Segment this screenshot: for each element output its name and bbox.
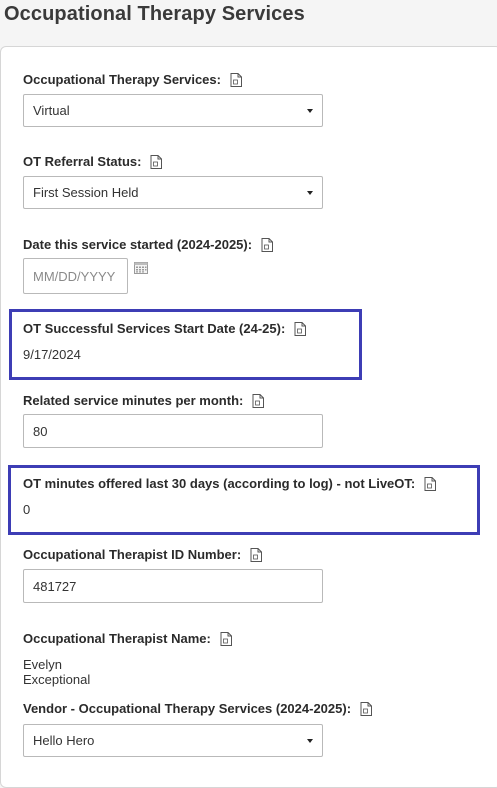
caret-down-icon <box>307 739 313 743</box>
minutes-offered-label: OT minutes offered last 30 days (accordi… <box>23 476 416 491</box>
referral-status-label: OT Referral Status: <box>23 154 142 169</box>
ot-services-select[interactable]: Virtual <box>23 94 323 127</box>
minutes-offered-value: 0 <box>23 502 31 517</box>
successful-start-field: OT Successful Services Start Date (24-25… <box>23 321 307 336</box>
therapist-id-label: Occupational Therapist ID Number: <box>23 547 242 562</box>
successful-start-label: OT Successful Services Start Date (24-25… <box>23 321 286 336</box>
ot-services-value: Virtual <box>33 103 70 118</box>
therapist-id-value: 481727 <box>33 578 77 594</box>
therapist-name-field: Occupational Therapist Name: <box>23 631 232 646</box>
date-started-label: Date this service started (2024-2025): <box>23 237 253 252</box>
caret-down-icon <box>307 191 313 195</box>
caret-down-icon <box>307 109 313 113</box>
calendar-icon[interactable] <box>134 261 148 279</box>
referral-status-select[interactable]: First Session Held <box>23 176 323 209</box>
related-minutes-value: 80 <box>33 423 48 439</box>
date-started-placeholder: MM/DD/YYYY <box>33 268 116 284</box>
date-started-input[interactable]: MM/DD/YYYY <box>23 258 128 294</box>
minutes-offered-field: OT minutes offered last 30 days (accordi… <box>23 476 437 491</box>
related-minutes-input[interactable]: 80 <box>23 414 323 448</box>
successful-start-value: 9/17/2024 <box>23 347 81 362</box>
highlight-box <box>9 309 362 380</box>
related-minutes-label: Related service minutes per month: <box>23 393 244 408</box>
therapist-name-value: Evelyn Exceptional <box>23 657 91 687</box>
therapist-name-label: Occupational Therapist Name: <box>23 631 211 646</box>
document-icon[interactable] <box>250 547 263 562</box>
vendor-label: Vendor - Occupational Therapy Services (… <box>23 701 352 716</box>
therapist-id-input[interactable]: 481727 <box>23 569 323 603</box>
therapist-id-field: Occupational Therapist ID Number: <box>23 547 263 562</box>
document-icon[interactable] <box>150 154 163 169</box>
document-icon[interactable] <box>360 701 373 716</box>
date-started-field: Date this service started (2024-2025): <box>23 237 274 252</box>
document-icon[interactable] <box>261 237 274 252</box>
referral-status-value: First Session Held <box>33 185 139 200</box>
document-icon[interactable] <box>230 72 242 87</box>
related-minutes-field: Related service minutes per month: <box>23 393 265 408</box>
ot-services-field: Occupational Therapy Services: <box>23 72 242 87</box>
vendor-field: Vendor - Occupational Therapy Services (… <box>23 701 373 716</box>
ot-services-label: Occupational Therapy Services: <box>23 72 221 87</box>
vendor-select[interactable]: Hello Hero <box>23 724 323 757</box>
document-icon[interactable] <box>252 393 265 408</box>
document-icon[interactable] <box>294 321 307 336</box>
referral-status-field: OT Referral Status: <box>23 154 163 169</box>
vendor-value: Hello Hero <box>33 733 95 748</box>
document-icon[interactable] <box>424 476 437 491</box>
page-title: Occupational Therapy Services <box>4 3 305 25</box>
document-icon[interactable] <box>220 631 232 646</box>
